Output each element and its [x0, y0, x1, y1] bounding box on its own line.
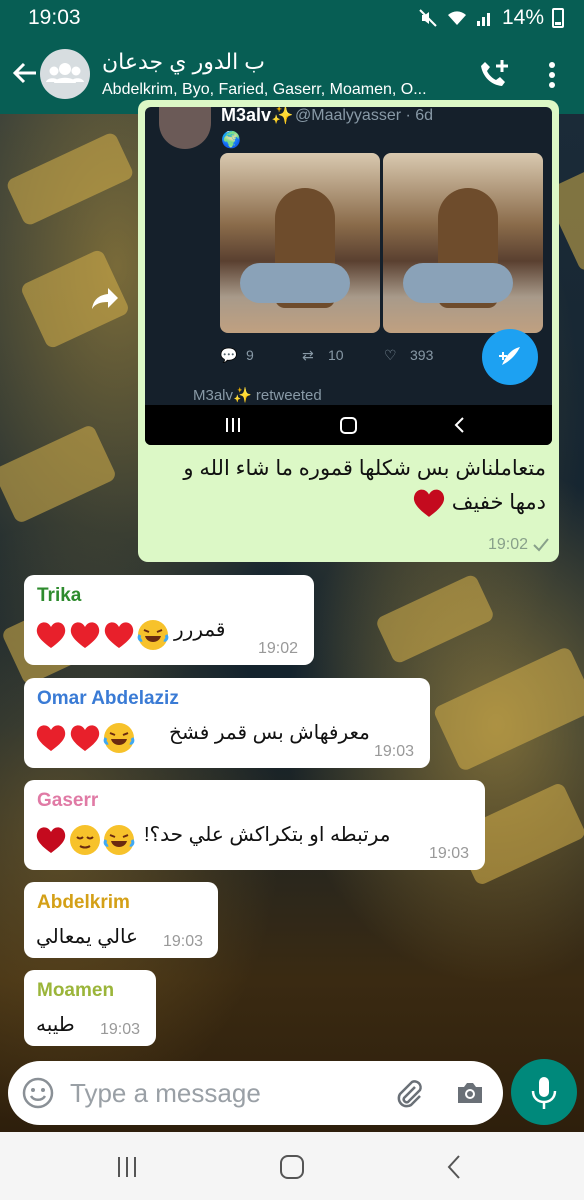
- tweet-photo-1: [220, 153, 380, 333]
- like-icon: ♡: [384, 347, 397, 363]
- recent-apps-icon[interactable]: [112, 1152, 142, 1182]
- reply-count: 9: [246, 347, 254, 363]
- message-input[interactable]: Type a message: [70, 1078, 261, 1109]
- mute-icon: [419, 9, 437, 27]
- red-heart-emoji: [36, 827, 66, 853]
- tweet-handle: @Maalyyasser · 6d: [295, 107, 434, 124]
- tweet-photo-2: [383, 153, 543, 333]
- add-call-icon[interactable]: [478, 58, 510, 90]
- microphone-icon: [531, 1077, 557, 1109]
- message-text: عالي يمعالي: [36, 926, 138, 948]
- globe-icon: 🌍: [221, 132, 241, 149]
- back-arrow-icon[interactable]: [10, 58, 38, 88]
- battery-percent: 14%: [501, 6, 544, 29]
- relieved-emoji: [70, 825, 100, 855]
- group-avatar[interactable]: [40, 49, 90, 99]
- message-composer[interactable]: Type a message: [8, 1061, 503, 1125]
- message-abdelkrim[interactable]: Abdelkrim عالي يمعالي 19:03: [24, 882, 218, 958]
- back-icon[interactable]: [440, 1152, 470, 1182]
- sender-name: Trika: [37, 585, 82, 606]
- like-count: 393: [410, 347, 434, 363]
- message-text: مرتبطه او بتكراكش علي حد؟!: [144, 824, 391, 846]
- sender-name: Gaserr: [37, 790, 99, 811]
- laughing-emoji: [103, 723, 135, 753]
- message-omar-abdelaziz[interactable]: Omar Abdelaziz معرفهاش بس قمر فشخ 19:03: [24, 678, 430, 768]
- emoji-row: [35, 619, 169, 651]
- red-heart-emoji: [104, 622, 134, 648]
- image-caption: متعاملناش بس شكلها قموره ما شاء الله و د…: [150, 452, 546, 520]
- tweet-avatar: [159, 107, 211, 149]
- red-heart-emoji: [36, 622, 66, 648]
- system-navigation-bar: [0, 1132, 584, 1200]
- camera-icon[interactable]: [454, 1077, 486, 1109]
- message-time: 19:02: [487, 536, 528, 553]
- red-heart-emoji: [36, 725, 66, 751]
- message-time: 19:02: [258, 640, 299, 657]
- laughing-emoji: [137, 620, 169, 650]
- message-text: معرفهاش بس قمر فشخ: [169, 722, 370, 744]
- retweet-icon: ⇄: [302, 347, 314, 363]
- sent-check-icon: [533, 538, 549, 552]
- status-time: 19:03: [28, 6, 81, 29]
- retweeted-by: M3alv✨ retweeted: [193, 387, 322, 404]
- red-heart-emoji: [70, 725, 100, 751]
- sender-name: Abdelkrim: [37, 892, 130, 913]
- tweet-screenshot[interactable]: M3alv✨ @Maalyyasser · 6d 🌍 💬 9 ⇄ 10 ♡ 39…: [145, 107, 552, 445]
- forward-icon[interactable]: [84, 276, 128, 320]
- group-title[interactable]: ب الدور ي جدعان: [102, 49, 432, 75]
- message-trika[interactable]: Trika قمررر 19:02: [24, 575, 314, 665]
- emoji-row: [35, 824, 135, 856]
- signal-icon: [476, 13, 490, 26]
- home-icon[interactable]: [277, 1152, 307, 1182]
- compose-tweet-icon: [482, 329, 538, 385]
- message-moamen[interactable]: Moamen طيبه 19:03: [24, 970, 156, 1046]
- emoji-icon[interactable]: [22, 1077, 54, 1109]
- laughing-emoji: [103, 825, 135, 855]
- tweet-author: M3alv✨: [221, 107, 294, 125]
- voice-message-button[interactable]: [511, 1059, 577, 1125]
- message-text: طيبه: [36, 1014, 75, 1036]
- message-time: 19:03: [374, 743, 415, 760]
- red-heart-emoji: [413, 490, 445, 518]
- image-message[interactable]: M3alv✨ @Maalyyasser · 6d 🌍 💬 9 ⇄ 10 ♡ 39…: [138, 100, 559, 562]
- sender-name: Moamen: [37, 980, 115, 1001]
- more-options-icon[interactable]: [540, 60, 564, 90]
- message-time: 19:03: [100, 1021, 141, 1038]
- message-time: 19:03: [163, 933, 204, 950]
- group-members[interactable]: Abdelkrim, Byo, Faried, Gaserr, Moamen, …: [102, 81, 462, 99]
- wifi-icon: [447, 11, 466, 25]
- message-text: قمررر: [174, 619, 226, 641]
- screenshot-navbar: [145, 405, 552, 445]
- emoji-row: [35, 722, 135, 754]
- group-icon: [46, 63, 84, 83]
- reply-icon: 💬: [220, 347, 238, 363]
- status-icons: 14%: [418, 6, 564, 30]
- status-bar: 19:03 14%: [0, 0, 584, 36]
- red-heart-emoji: [70, 622, 100, 648]
- image-meta: 19:02: [488, 536, 549, 554]
- battery-icon: [552, 8, 564, 28]
- message-time: 19:03: [429, 845, 470, 862]
- message-gaserr[interactable]: Gaserr مرتبطه او بتكراكش علي حد؟! 19:03: [24, 780, 485, 870]
- retweet-count: 10: [328, 347, 344, 363]
- sender-name: Omar Abdelaziz: [37, 688, 179, 709]
- attach-icon[interactable]: [393, 1077, 425, 1109]
